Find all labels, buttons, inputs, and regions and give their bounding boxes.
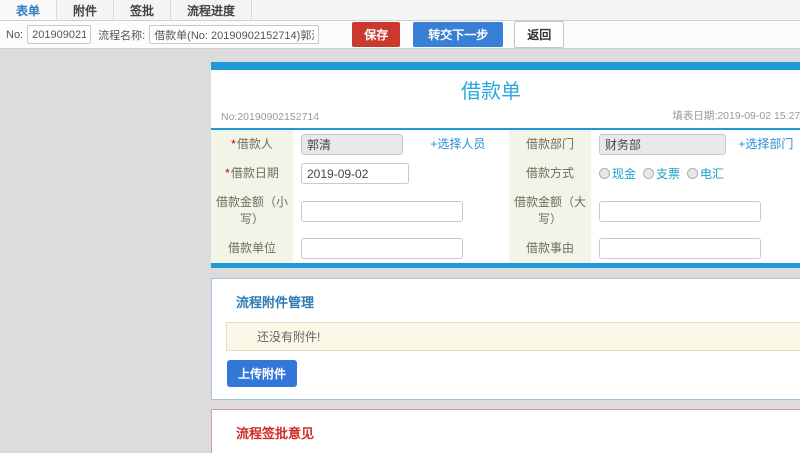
borrow-method-label: 借款方式 <box>509 159 591 188</box>
upload-attachment-button[interactable]: 上传附件 <box>227 360 298 387</box>
process-name-label: 流程名称: <box>98 29 146 42</box>
borrow-method-radios: 现金 支票 电汇 <box>599 165 800 182</box>
radio-cash-label: 现金 <box>612 167 637 181</box>
tab-approvals[interactable]: 签批 <box>114 0 172 20</box>
select-person-link[interactable]: +选择人员 <box>430 137 485 151</box>
radio-cheque[interactable] <box>643 168 655 179</box>
select-department-link[interactable]: +选择部门 <box>738 137 793 151</box>
borrow-reason-label: 借款事由 <box>509 234 591 263</box>
table-row: 借款单位 借款事由 <box>211 234 800 263</box>
attachment-panel: 流程附件管理 还没有附件! 上传附件 <box>211 278 800 400</box>
radio-cheque-label: 支票 <box>656 167 681 181</box>
borrow-unit-label: 借款单位 <box>211 234 293 263</box>
panel-top-bar <box>211 62 800 70</box>
panel-bottom-bar <box>211 263 800 268</box>
save-button[interactable]: 保存 <box>352 22 401 47</box>
tab-attachments[interactable]: 附件 <box>57 0 115 20</box>
no-input[interactable] <box>27 25 92 44</box>
approval-heading: 流程签批意见 <box>236 426 315 441</box>
borrow-date-input[interactable] <box>301 163 409 184</box>
required-asterisk: * <box>225 166 230 180</box>
form-title: 借款单 <box>461 81 521 103</box>
table-row: 借款金额（小写） 借款金额（大写） <box>211 188 800 234</box>
borrow-date-label: *借款日期 <box>211 159 293 188</box>
forward-next-step-button[interactable]: 转交下一步 <box>413 22 504 47</box>
attachment-heading: 流程附件管理 <box>236 295 315 310</box>
required-asterisk: * <box>231 137 236 151</box>
loan-form-table: *借款人 +选择人员 借款部门 +选择部门 <box>211 130 800 263</box>
radio-wire-transfer[interactable] <box>687 168 699 179</box>
content-area: 借款单 No:20190902152714 填表日期:2019-09-02 15… <box>0 49 800 453</box>
amount-small-input[interactable] <box>301 200 463 222</box>
department-label: 借款部门 <box>509 130 591 159</box>
amount-big-label: 借款金额（大写） <box>509 188 591 234</box>
borrower-label: *借款人 <box>211 130 293 159</box>
no-attachment-message: 还没有附件! <box>226 322 800 351</box>
form-meta-row: No:20190902152714 填表日期:2019-09-02 15:27:… <box>211 106 800 130</box>
process-name-input[interactable] <box>149 25 320 44</box>
form-no-text: No:20190902152714 <box>221 111 320 123</box>
radio-cash[interactable] <box>599 168 610 179</box>
radio-wire-transfer-label: 电汇 <box>700 167 725 181</box>
tab-form[interactable]: 表单 <box>0 0 58 20</box>
table-row: *借款人 +选择人员 借款部门 +选择部门 <box>211 130 800 159</box>
tab-bar: 表单 附件 签批 流程进度 <box>0 0 800 21</box>
department-input[interactable] <box>599 134 726 155</box>
table-row: *借款日期 借款方式 现金 支票 <box>211 159 800 188</box>
tab-process-progress[interactable]: 流程进度 <box>171 0 253 20</box>
back-button[interactable]: 返回 <box>514 21 565 48</box>
loan-form-panel: 借款单 No:20190902152714 填表日期:2019-09-02 15… <box>211 62 800 268</box>
no-label: No: <box>6 28 24 41</box>
form-date-text: 填表日期:2019-09-02 15:27:1 <box>672 110 800 122</box>
workflow-form-app: 表单 附件 签批 流程进度 No: 流程名称: 保存 转交下一步 返回 借款单 … <box>0 0 800 453</box>
approval-panel: 流程签批意见 B I abc <box>211 409 800 453</box>
action-toolbar: No: 流程名称: 保存 转交下一步 返回 <box>0 21 800 49</box>
borrow-reason-input[interactable] <box>599 238 761 259</box>
borrow-unit-input[interactable] <box>301 238 463 259</box>
amount-small-label: 借款金额（小写） <box>211 188 293 234</box>
borrower-input[interactable] <box>301 134 403 155</box>
amount-big-input[interactable] <box>599 200 761 222</box>
